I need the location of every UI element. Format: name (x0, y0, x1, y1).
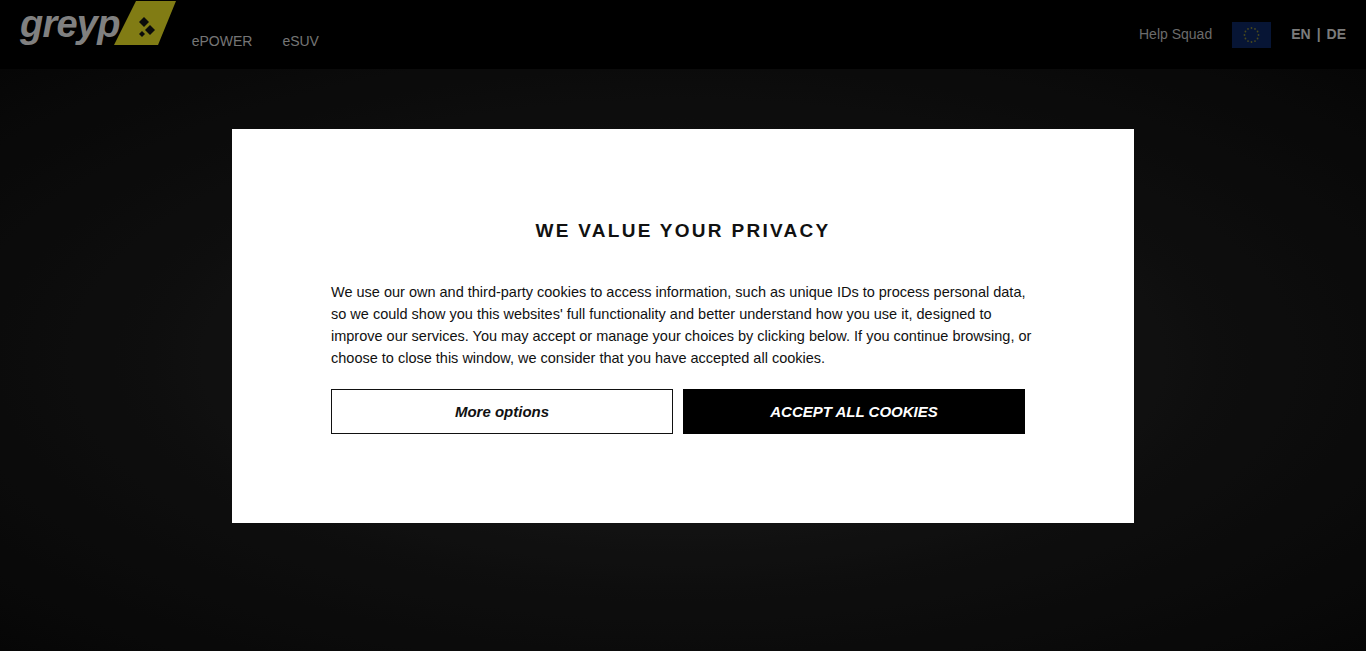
more-options-button[interactable]: More options (331, 389, 673, 434)
modal-buttons: More optionsACCEPT ALL COOKIES (331, 389, 1035, 434)
modal-title: WE VALUE YOUR PRIVACY (536, 217, 831, 246)
modal-overlay: WE VALUE YOUR PRIVACY We use our own and … (0, 0, 1366, 651)
accept-button[interactable]: ACCEPT ALL COOKIES (683, 389, 1025, 434)
modal-body: We use our own and third-party cookies t… (331, 281, 1035, 369)
cookie-modal: WE VALUE YOUR PRIVACY We use our own and … (232, 129, 1134, 523)
page: greypePOWEReSUVHelp SquadEN|DEWE VALUE Y… (0, 0, 1366, 651)
